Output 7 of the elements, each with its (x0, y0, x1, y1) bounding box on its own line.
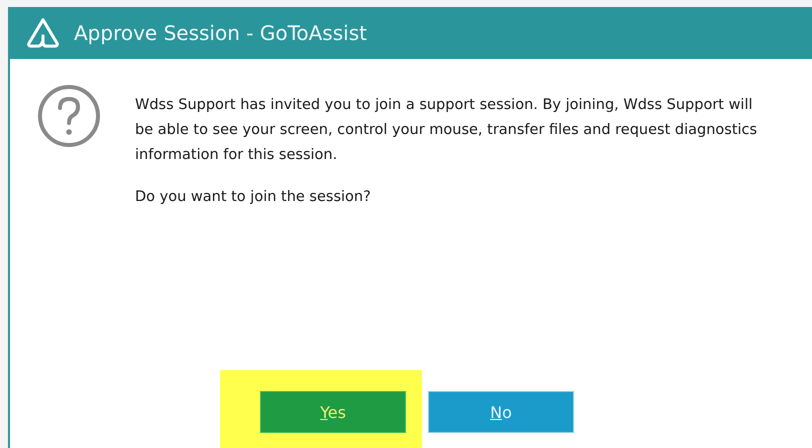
question-icon (37, 84, 101, 148)
yes-button[interactable]: Yes (260, 391, 406, 433)
message-text: Do you want to join the session? (135, 188, 372, 207)
message-text: Wdss Support has invited you to join a support session. By joining, Wdss Support will be able to see your screen, control your mouse, transfer files and request diagnostics information for this session. (135, 96, 758, 165)
logo-icon (26, 17, 60, 49)
window-title: Approve Session - GoToAssist (74, 21, 367, 45)
no-button[interactable]: No (428, 391, 574, 433)
